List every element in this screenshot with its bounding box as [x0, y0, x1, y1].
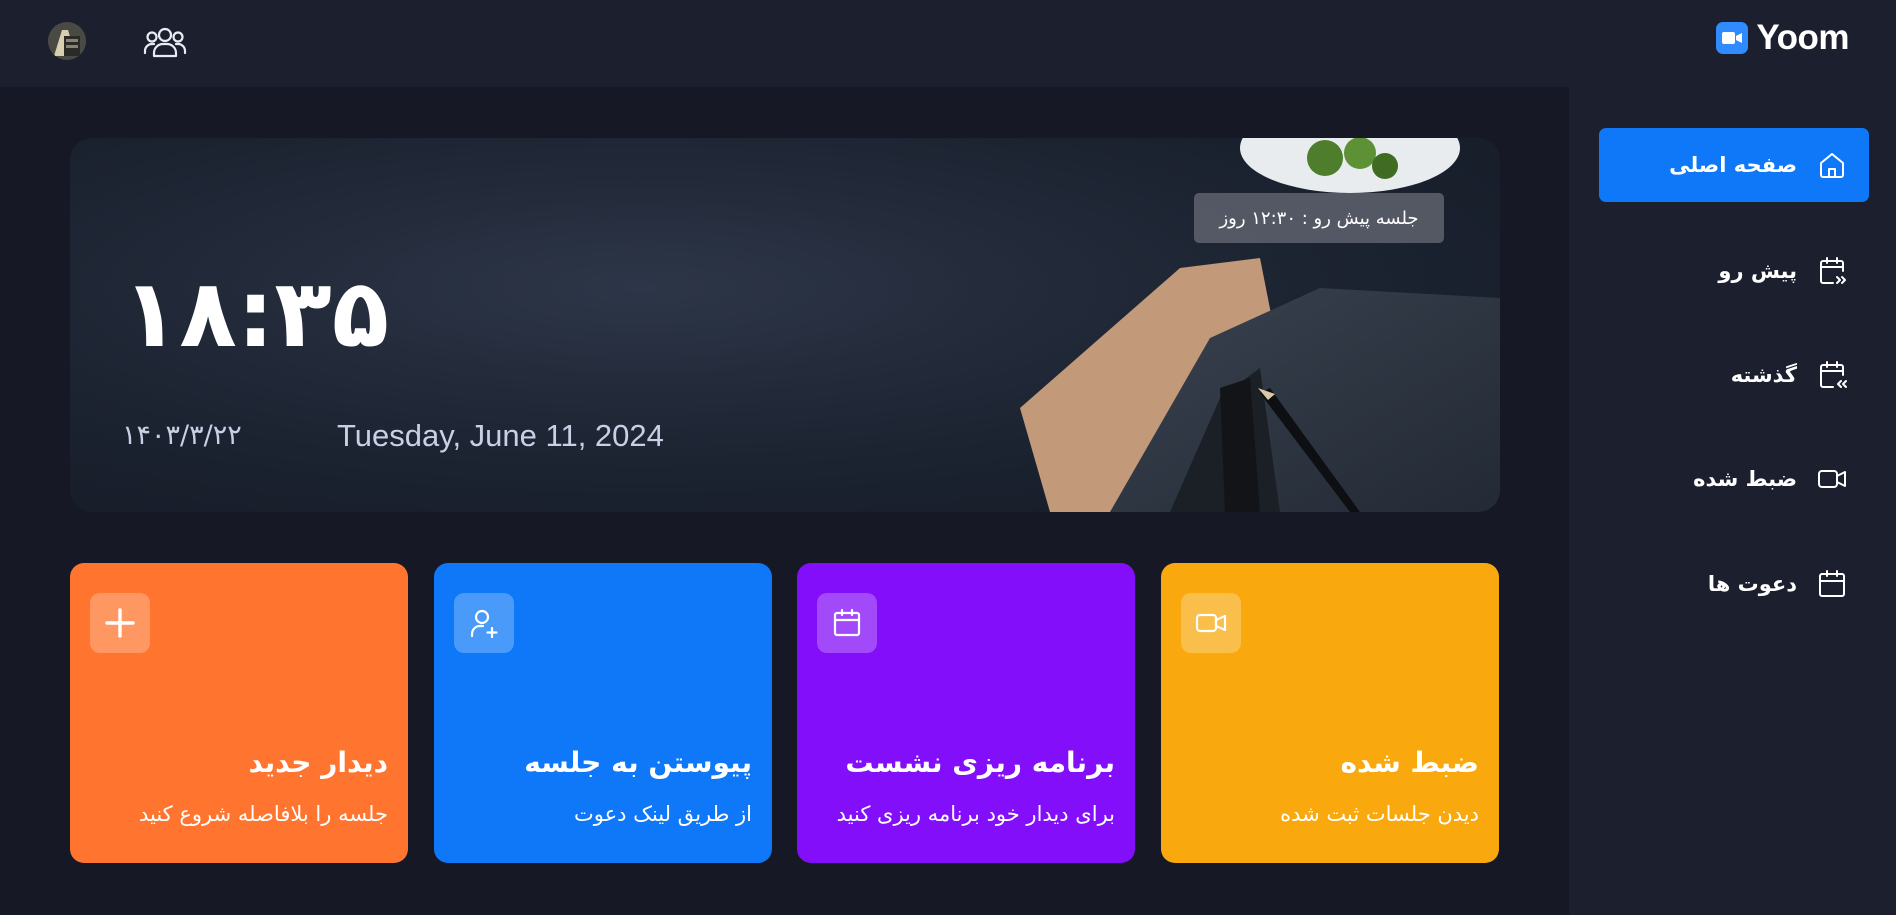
plus-icon — [90, 593, 150, 653]
card-subtitle: از طریق لینک دعوت — [573, 802, 752, 826]
card-title: ضبط شده — [1340, 746, 1479, 779]
sidebar-item-recordings[interactable]: ضبط شده — [1599, 442, 1869, 516]
calendar-next-icon — [1815, 254, 1849, 288]
sidebar-item-label: پیش رو — [1718, 259, 1797, 283]
card-subtitle: دیدن جلسات ثبت شده — [1280, 802, 1479, 826]
card-title: دیدار جدید — [248, 746, 388, 779]
card-title: پیوستن به جلسه — [524, 746, 752, 779]
new-meeting-card[interactable]: دیدار جدید جلسه را بلافاصله شروع کنید — [70, 563, 408, 863]
sidebar-item-upcoming[interactable]: پیش رو — [1599, 234, 1869, 308]
calendar-prev-icon — [1815, 358, 1849, 392]
hero-banner: جلسه پیش رو : ۱۲:۳۰ روز ۱۸:۳۵ ۱۴۰۳/۳/۲۲ … — [70, 138, 1500, 512]
sidebar-item-label: دعوت ها — [1707, 572, 1797, 596]
upcoming-meeting-badge: جلسه پیش رو : ۱۲:۳۰ روز — [1194, 193, 1444, 243]
current-time: ۱۸:۳۵ — [122, 260, 390, 369]
sidebar: صفحه اصلی پیش رو گذشته ضبط شده دعوت ها — [1569, 87, 1896, 915]
sidebar-item-label: گذشته — [1730, 363, 1797, 387]
home-icon — [1815, 148, 1849, 182]
sidebar-item-label: صفحه اصلی — [1669, 153, 1797, 177]
card-subtitle: جلسه را بلافاصله شروع کنید — [138, 802, 388, 826]
logo-icon — [1716, 22, 1749, 54]
sidebar-item-label: ضبط شده — [1693, 467, 1797, 491]
card-subtitle: برای دیدار خود برنامه ریزی کنید — [836, 802, 1115, 826]
brand[interactable]: Yoom — [1716, 18, 1849, 58]
sidebar-item-previous[interactable]: گذشته — [1599, 338, 1869, 412]
video-icon — [1181, 593, 1241, 653]
sidebar-item-invites[interactable]: دعوت ها — [1599, 547, 1869, 621]
brand-name: Yoom — [1756, 18, 1849, 57]
top-navbar: Yoom — [0, 0, 1896, 87]
calendar-icon — [1815, 567, 1849, 601]
card-title: برنامه ریزی نشست — [845, 746, 1115, 779]
jalali-date: ۱۴۰۳/۳/۲۲ — [122, 420, 242, 451]
sidebar-item-home[interactable]: صفحه اصلی — [1599, 128, 1869, 202]
video-icon — [1815, 462, 1849, 496]
schedule-meeting-card[interactable]: برنامه ریزی نشست برای دیدار خود برنامه ر… — [797, 563, 1135, 863]
calendar-icon — [817, 593, 877, 653]
avatar[interactable] — [48, 22, 86, 60]
avatar-image — [48, 22, 86, 60]
users-icon[interactable] — [143, 23, 187, 61]
recordings-card[interactable]: ضبط شده دیدن جلسات ثبت شده — [1161, 563, 1499, 863]
gregorian-date: Tuesday, June 11, 2024 — [337, 418, 664, 453]
add-user-icon — [454, 593, 514, 653]
join-meeting-card[interactable]: پیوستن به جلسه از طریق لینک دعوت — [434, 563, 772, 863]
